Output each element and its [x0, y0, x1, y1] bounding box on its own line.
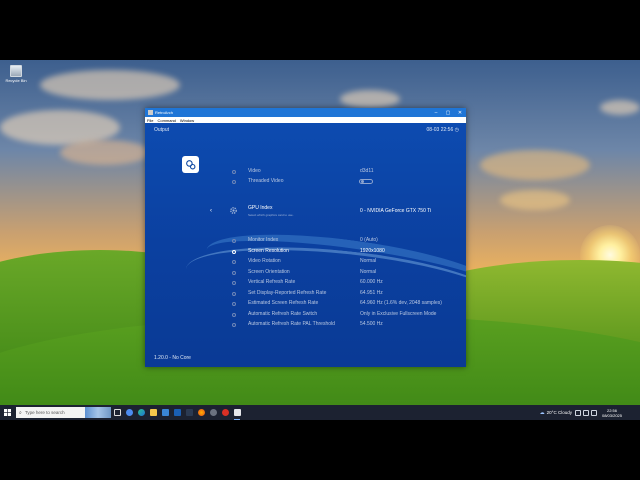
steam-icon[interactable]	[183, 405, 195, 420]
settings-app-icon[interactable]	[207, 405, 219, 420]
setting-screen-orientation[interactable]: Screen Orientation Normal	[145, 269, 466, 279]
setting-value: 0 - NVIDIA GeForce GTX 750 Ti	[360, 208, 432, 214]
media-app-icon[interactable]	[219, 405, 231, 420]
windows-icon	[3, 409, 11, 416]
dot-icon	[232, 302, 236, 306]
menu-window[interactable]: Window	[180, 118, 194, 123]
weather-icon: ☁	[539, 409, 545, 416]
setting-monitor-index[interactable]: Monitor Index 0 (Auto)	[145, 237, 466, 247]
setting-label: Screen Resolution	[248, 248, 289, 254]
setting-value: 54.500 Hz	[360, 321, 383, 327]
widgets-icon[interactable]	[123, 405, 135, 420]
store-icon[interactable]	[159, 405, 171, 420]
setting-video-rotation[interactable]: Video Rotation Normal	[145, 258, 466, 268]
gear-icon	[230, 207, 237, 214]
recycle-bin-icon	[10, 65, 22, 77]
menu-file[interactable]: File	[147, 118, 153, 123]
setting-label: Monitor Index	[248, 237, 279, 243]
minimize-button[interactable]: –	[430, 108, 442, 117]
setting-label: Automatic Refresh Rate Switch	[248, 311, 318, 317]
resolution-icon	[232, 250, 236, 254]
threaded-video-toggle[interactable]	[359, 179, 373, 184]
dot-icon	[232, 260, 236, 264]
setting-video[interactable]: Video d3d11	[145, 168, 466, 178]
setting-label: Threaded Video	[248, 178, 284, 184]
dot-icon	[232, 323, 236, 327]
setting-label: Estimated Screen Refresh Rate	[248, 300, 319, 306]
search-icon: ⌕	[19, 409, 22, 416]
setting-value: 60.000 Hz	[360, 279, 383, 285]
retroarch-window[interactable]: RetroArch – ▢ ✕ File Command Window Outp…	[145, 108, 466, 367]
weather-text[interactable]: 20°C Cloudy	[547, 410, 572, 415]
version-footer: 1.20.0 - No Core	[154, 355, 191, 361]
setting-value: d3d11	[360, 168, 374, 174]
retroarch-app-icon	[148, 110, 153, 115]
outlook-icon[interactable]	[171, 405, 183, 420]
setting-vertical-refresh-rate[interactable]: Vertical Refresh Rate 60.000 Hz	[145, 279, 466, 289]
recycle-bin[interactable]: Recycle Bin	[3, 65, 29, 83]
window-title: RetroArch	[155, 110, 174, 115]
start-button[interactable]	[0, 405, 14, 420]
menu-command[interactable]: Command	[157, 118, 175, 123]
system-tray: ☁ 20°C Cloudy 22:56 08/03/2025	[540, 405, 640, 420]
setting-estimated-refresh-rate[interactable]: Estimated Screen Refresh Rate 64.960 Hz …	[145, 300, 466, 310]
maximize-button[interactable]: ▢	[442, 108, 454, 117]
setting-value: 1920x1080	[360, 248, 385, 254]
taskbar-search[interactable]: ⌕ Type here to search	[16, 407, 111, 418]
edge-icon[interactable]	[135, 405, 147, 420]
chevron-left-icon[interactable]: ‹	[210, 208, 212, 214]
setting-label: Automatic Refresh Rate PAL Threshold	[248, 321, 335, 327]
search-highlight-image	[85, 407, 111, 418]
window-titlebar[interactable]: RetroArch – ▢ ✕	[145, 108, 466, 117]
recycle-bin-label: Recycle Bin	[5, 78, 27, 83]
setting-label: Vertical Refresh Rate	[248, 279, 296, 285]
clock-icon: ◷	[454, 127, 459, 133]
dot-icon	[232, 170, 236, 174]
setting-label: Set Display-Reported Refresh Rate	[248, 290, 327, 296]
dot-icon	[232, 239, 236, 243]
setting-threaded-video[interactable]: Threaded Video	[145, 178, 466, 188]
setting-value: 64.951 Hz	[360, 290, 383, 296]
clock-date: 08/03/2025	[601, 412, 622, 418]
page-title: Output	[154, 127, 170, 133]
desktop: Recycle Bin RetroArch – ▢ ✕ File Command…	[0, 60, 640, 420]
search-placeholder: Type here to search	[24, 410, 65, 415]
chevron-up-icon[interactable]	[574, 409, 581, 416]
setting-value: Normal	[360, 269, 377, 275]
taskbar-clock[interactable]: 22:56 08/03/2025	[602, 408, 622, 418]
setting-pal-threshold[interactable]: Automatic Refresh Rate PAL Threshold 54.…	[145, 321, 466, 331]
setting-sublabel: Select which graphics card to use.	[248, 213, 294, 217]
dot-icon	[232, 271, 236, 275]
setting-label: Video Rotation	[248, 258, 281, 264]
network-icon[interactable]	[582, 409, 589, 416]
setting-label: Screen Orientation	[248, 269, 290, 275]
taskbar: ⌕ Type here to search ☁ 20°C Cloudy 22:5…	[0, 405, 640, 420]
header-clock: 08-03 22:56 ◷	[426, 127, 459, 133]
setting-label: GPU Index	[248, 205, 273, 211]
setting-gpu-index[interactable]: ‹ GPU Index Select which graphics card t…	[145, 203, 466, 223]
dot-icon	[232, 281, 236, 285]
setting-display-reported-refresh-rate[interactable]: Set Display-Reported Refresh Rate 64.951…	[145, 290, 466, 300]
setting-auto-refresh-switch[interactable]: Automatic Refresh Rate Switch Only in Ex…	[145, 311, 466, 321]
file-explorer-icon[interactable]	[147, 405, 159, 420]
retroarch-content: Output 08-03 22:56 ◷ Video d3d11 Threade…	[145, 123, 466, 367]
setting-value: Normal	[360, 258, 377, 264]
setting-value: Only in Exclusive Fullscreen Mode	[360, 311, 437, 317]
setting-value: 0 (Auto)	[360, 237, 378, 243]
setting-screen-resolution[interactable]: Screen Resolution 1920x1080	[145, 248, 466, 258]
close-button[interactable]: ✕	[454, 108, 466, 117]
setting-label: Video	[248, 168, 261, 174]
firefox-icon[interactable]	[195, 405, 207, 420]
task-view-icon[interactable]	[111, 405, 123, 420]
dot-icon	[232, 313, 236, 317]
retroarch-taskbar-icon[interactable]	[231, 405, 243, 420]
volume-icon[interactable]	[590, 409, 597, 416]
dot-icon	[232, 180, 236, 184]
setting-value: 64.960 Hz (1.6% dev, 2048 samples)	[360, 300, 442, 306]
dot-icon	[232, 292, 236, 296]
